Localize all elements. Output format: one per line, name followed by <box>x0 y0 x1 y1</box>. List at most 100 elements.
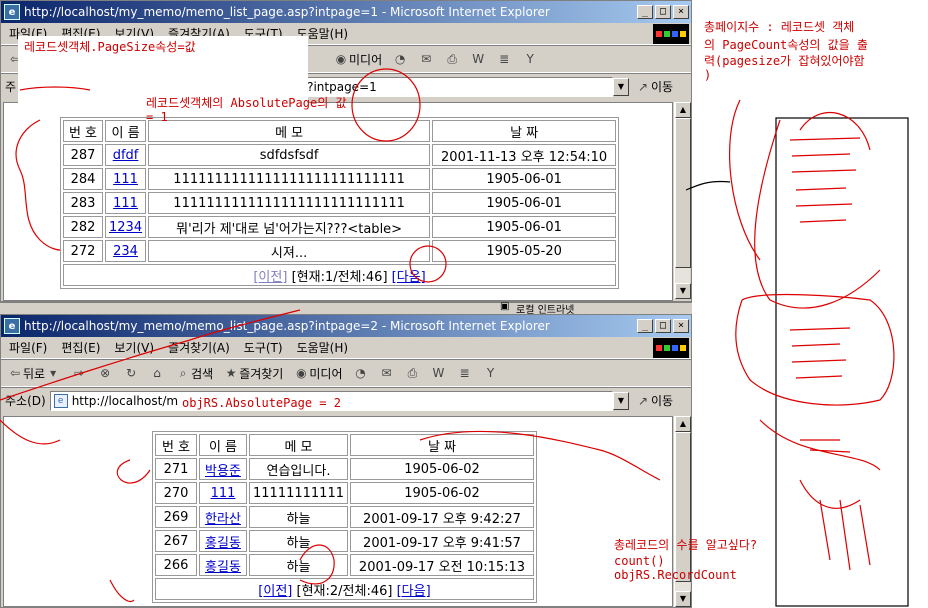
pager: [이전] [현재:1/전체:46] [다음] <box>63 264 617 286</box>
row-name-cell: 한라산 <box>199 506 247 528</box>
forward-button[interactable]: ⇨ <box>71 365 87 381</box>
scribble-lines-2 <box>789 327 851 379</box>
row-name-link[interactable]: 홍길동 <box>205 560 241 575</box>
minimize-button[interactable]: _ <box>637 319 653 333</box>
media-button[interactable]: ◉ 미디어 <box>293 365 342 382</box>
title-bar[interactable]: e http://localhost/my_memo/memo_list_pag… <box>1 315 691 337</box>
edit-icon: W <box>432 366 445 380</box>
row-name-link[interactable]: 111 <box>113 196 138 211</box>
row-name-link[interactable]: 111 <box>211 486 236 501</box>
address-dropdown-button[interactable]: ▼ <box>613 391 629 410</box>
print-button[interactable]: ⎙ <box>444 51 460 67</box>
refresh-button[interactable]: ↻ <box>123 365 139 381</box>
status-bar: ▣ 로컬 인트라넷 <box>0 301 692 316</box>
edit-button[interactable]: W <box>430 365 446 381</box>
scroll-down-button[interactable]: ▼ <box>675 283 691 299</box>
scribble-3 <box>735 293 895 406</box>
annotation-absolutepage-1: 레코드셋객체의 AbsolutePage의 값 <box>146 96 347 110</box>
page-content: 번 호 이 름 메 모 날 짜 287 dfdf sdfdsfsdf 2001-… <box>3 102 673 301</box>
row-number: 287 <box>63 144 103 166</box>
prev-link[interactable]: [이전] <box>253 270 287 285</box>
header-name: 이 름 <box>105 120 147 142</box>
history-button[interactable]: ◔ <box>352 365 368 381</box>
vertical-scrollbar[interactable]: ▲ ▼ <box>674 102 691 299</box>
go-button[interactable]: ↗ 이동 <box>635 78 691 95</box>
annotation-recordcount-3: objRS.RecordCount <box>614 568 737 582</box>
search-icon: ⌕ <box>179 366 187 380</box>
row-name-link[interactable]: 홍길동 <box>205 536 241 551</box>
menu-favorites[interactable]: 즐겨찾기(A) <box>168 339 230 356</box>
row-memo: 연습입니다. <box>249 458 348 480</box>
media-label: 미디어 <box>349 52 383 67</box>
page-status: [현재:1/전체:46] <box>291 269 388 285</box>
annotation-pagesize: 레코드셋객체.PageSize속성=값 <box>24 40 196 54</box>
table-row: 284 111 1111111111111111111111111111 190… <box>63 168 617 190</box>
history-button[interactable]: ◔ <box>392 51 408 67</box>
menu-help[interactable]: 도움말(H) <box>297 339 349 356</box>
row-name-cell: 111 <box>199 482 247 504</box>
row-name-link[interactable]: 한라산 <box>205 512 241 527</box>
row-name-link[interactable]: 234 <box>113 244 138 259</box>
favorites-button[interactable]: ★ 즐겨찾기 <box>223 365 284 382</box>
scroll-down-button[interactable]: ▼ <box>675 591 691 607</box>
row-name-link[interactable]: 박용준 <box>205 464 241 479</box>
address-dropdown-button[interactable]: ▼ <box>613 77 629 96</box>
annotation-pagecount-2: 의 PageCount속성의 값을 출 <box>704 38 868 52</box>
menu-view[interactable]: 보기(V) <box>114 339 154 356</box>
print-button[interactable]: ⎙ <box>404 365 420 381</box>
close-button[interactable]: × <box>673 319 689 333</box>
prev-link[interactable]: [이전] <box>258 584 292 599</box>
scribble-lines-1 <box>789 137 861 223</box>
media-button[interactable]: ◉ 미디어 <box>333 51 382 68</box>
back-button[interactable]: ⇦ 뒤로 ▾ <box>7 365 61 382</box>
maximize-button[interactable]: □ <box>655 5 671 19</box>
scroll-up-button[interactable]: ▲ <box>675 102 691 118</box>
stop-icon: ⊗ <box>100 366 111 380</box>
row-memo: 뭐'리가 제'대로 넘'어가는지???<table> <box>148 216 431 238</box>
close-button[interactable]: × <box>673 5 689 19</box>
scroll-up-button[interactable]: ▲ <box>675 416 691 432</box>
menu-bar: 파일(F) 편집(E) 보기(V) 즐겨찾기(A) 도구(T) 도움말(H) <box>1 337 691 359</box>
row-number: 266 <box>155 554 197 576</box>
address-label: 주 <box>5 80 17 94</box>
scroll-thumb[interactable] <box>675 432 691 582</box>
row-name-link[interactable]: 111 <box>113 172 138 187</box>
mail-button[interactable]: ✉ <box>418 51 434 67</box>
messenger-button[interactable]: Y <box>482 365 498 381</box>
edit-button[interactable]: W <box>470 51 486 67</box>
row-name-link[interactable]: dfdf <box>113 148 139 163</box>
menu-tools[interactable]: 도구(T) <box>244 339 283 356</box>
table-row: 282 1234 뭐'리가 제'대로 넘'어가는지???<table> 1905… <box>63 216 617 238</box>
stop-button[interactable]: ⊗ <box>97 365 113 381</box>
recordset-box <box>775 117 909 607</box>
menu-file[interactable]: 파일(F) <box>9 339 47 356</box>
table-row: 270 111 11111111111 1905-06-02 <box>155 482 534 504</box>
scribble-2 <box>799 112 871 151</box>
scribble-5 <box>799 479 871 571</box>
header-date: 날 짜 <box>432 120 617 142</box>
scroll-thumb[interactable] <box>675 118 691 268</box>
next-link[interactable]: [다음] <box>397 584 431 599</box>
messenger-button[interactable]: Y <box>522 51 538 67</box>
row-name-link[interactable]: 1234 <box>109 220 142 235</box>
header-number: 번 호 <box>63 120 103 142</box>
media-icon: ◉ <box>296 366 307 380</box>
scribble-6 <box>728 99 761 261</box>
mail-button[interactable]: ✉ <box>378 365 394 381</box>
row-memo: 시져... <box>148 240 431 262</box>
maximize-button[interactable]: □ <box>655 319 671 333</box>
discuss-button[interactable]: ≣ <box>496 51 512 67</box>
title-bar[interactable]: e http://localhost/my_memo/memo_list_pag… <box>1 1 691 23</box>
go-button[interactable]: ↗ 이동 <box>635 392 691 409</box>
row-memo: 하늘 <box>249 506 348 528</box>
home-button[interactable]: ⌂ <box>149 365 165 381</box>
scribble-1 <box>754 119 881 309</box>
discuss-button[interactable]: ≣ <box>456 365 472 381</box>
minimize-button[interactable]: _ <box>637 5 653 19</box>
back-arrow-icon: ⇦ <box>9 366 21 380</box>
menu-edit[interactable]: 편집(E) <box>61 339 100 356</box>
windows-logo-icon <box>653 338 689 358</box>
next-link[interactable]: [다음] <box>392 270 426 285</box>
search-button[interactable]: ⌕ 검색 <box>175 365 213 382</box>
row-name-cell: 홍길동 <box>199 554 247 576</box>
